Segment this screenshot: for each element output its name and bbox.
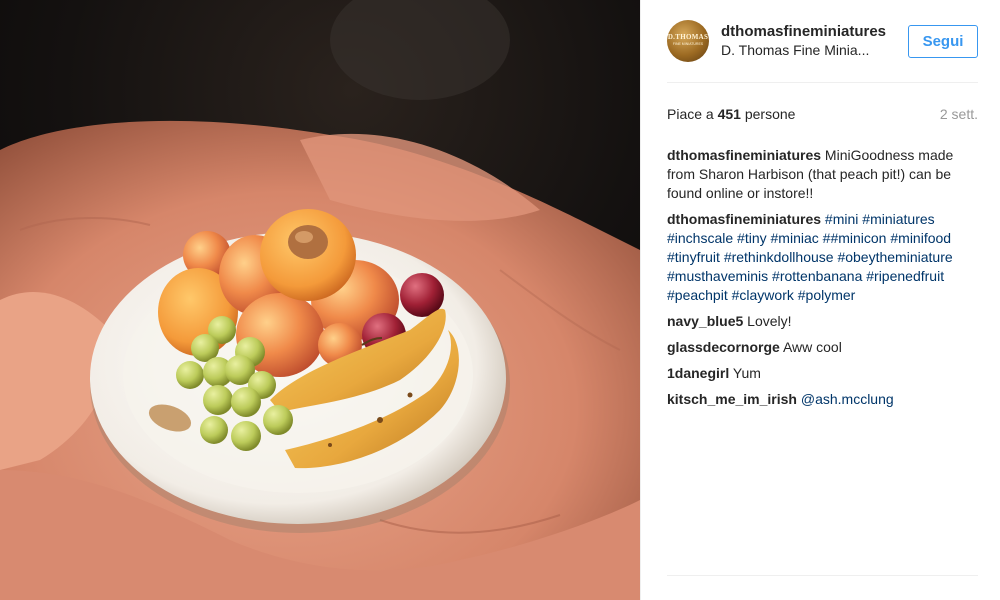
comment-text: Aww cool (782, 339, 842, 355)
comment-username[interactable]: kitsch_me_im_irish (667, 391, 797, 407)
likes-row: Piace a 451 persone 2 sett. (667, 104, 978, 124)
comment-text: Lovely! (747, 313, 792, 329)
hashtag-link[interactable]: #minifood (890, 230, 951, 246)
comment-text: Yum (732, 365, 761, 381)
hashtag-link[interactable]: #miniatures (862, 211, 934, 227)
comment-username[interactable]: dthomasfineminiatures (667, 147, 821, 163)
comment: navy_blue5 Lovely! (667, 312, 978, 331)
hashtag-link[interactable]: #tinyfruit (667, 249, 720, 265)
comment: 1danegirl Yum (667, 364, 978, 383)
hashtag-link[interactable]: #peachpit (667, 287, 728, 303)
likes-number: 451 (717, 106, 741, 122)
comment-username[interactable]: glassdecornorge (667, 339, 780, 355)
hashtag-link[interactable]: ##minicon (823, 230, 887, 246)
post-timestamp[interactable]: 2 sett. (940, 106, 978, 122)
hashtag-link[interactable]: #rethinkdollhouse (724, 249, 834, 265)
full-name: D. Thomas Fine Minia... (721, 42, 870, 58)
avatar[interactable]: D.THOMAS FINE MINIATURES (667, 20, 709, 62)
miniature-fruit-plate-photo (0, 0, 640, 600)
hashtag-link[interactable]: #inchscale (667, 230, 733, 246)
hashtag-link[interactable]: #mini (825, 211, 858, 227)
hashtag-link[interactable]: #ripenedfruit (866, 268, 944, 284)
comment-hashtags: dthomasfineminiatures #mini #miniatures … (667, 210, 978, 305)
likes-count[interactable]: Piace a 451 persone (667, 106, 795, 122)
hashtag-link[interactable]: #tiny (737, 230, 767, 246)
hashtag-link[interactable]: #obeytheminiature (837, 249, 952, 265)
hashtag-link[interactable]: #claywork (732, 287, 794, 303)
post-header: D.THOMAS FINE MINIATURES dthomasfinemini… (667, 0, 978, 83)
hashtag-link[interactable]: #musthaveminis (667, 268, 768, 284)
comment-divider (667, 575, 978, 576)
likes-prefix: Piace a (667, 106, 718, 122)
post-photo[interactable] (0, 0, 640, 600)
comment-caption: dthomasfineminiatures MiniGoodness made … (667, 146, 978, 203)
mention-link[interactable]: @ash.mcclung (801, 391, 894, 407)
avatar-logo-text: D.THOMAS (667, 33, 709, 41)
comment-username[interactable]: dthomasfineminiatures (667, 211, 821, 227)
instagram-post: D.THOMAS FINE MINIATURES dthomasfinemini… (0, 0, 1000, 600)
hashtag-link[interactable]: #rottenbanana (772, 268, 862, 284)
comment-username[interactable]: 1danegirl (667, 365, 729, 381)
post-sidebar: D.THOMAS FINE MINIATURES dthomasfinemini… (640, 0, 1000, 600)
comment: kitsch_me_im_irish @ash.mcclung (667, 390, 978, 409)
account-names: dthomasfineminiatures D. Thomas Fine Min… (721, 22, 908, 60)
avatar-logo-subtext: FINE MINIATURES (672, 42, 704, 46)
hashtag-link[interactable]: #polymer (798, 287, 856, 303)
comment-username[interactable]: navy_blue5 (667, 313, 743, 329)
comment: glassdecornorge Aww cool (667, 338, 978, 357)
username-link[interactable]: dthomasfineminiatures (721, 22, 908, 41)
hashtag-link[interactable]: #miniac (771, 230, 819, 246)
follow-button[interactable]: Segui (908, 24, 978, 58)
likes-suffix: persone (740, 106, 796, 122)
comments-list: dthomasfineminiatures MiniGoodness made … (667, 146, 978, 416)
